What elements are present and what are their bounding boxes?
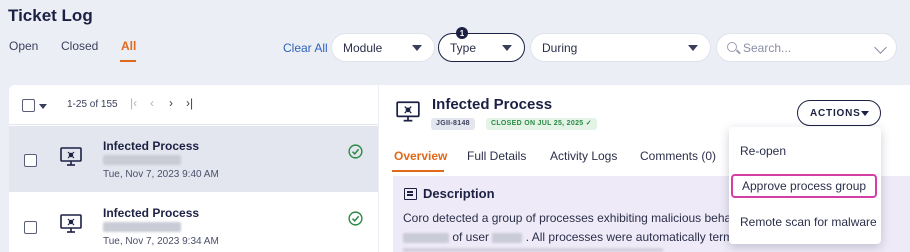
search-input[interactable]: Search...	[716, 33, 897, 62]
description-fragment: of user	[452, 230, 490, 244]
row-title: Infected Process	[103, 139, 200, 153]
last-page-icon[interactable]: ›|	[186, 96, 193, 110]
prev-page-icon[interactable]: ‹	[150, 96, 154, 110]
row-date: Tue, Nov 7, 2023 9:40 AM	[103, 169, 219, 180]
redacted-text	[492, 232, 523, 243]
table-row[interactable]: Infected Process Tue, Nov 7, 2023 9:34 A…	[9, 193, 378, 252]
active-tab-indicator	[392, 170, 444, 172]
description-fragment: . All processes were automatically term	[525, 230, 734, 244]
type-select-label: Type	[450, 40, 477, 55]
menu-item-reopen[interactable]: Re-open	[729, 144, 881, 158]
check-circle-icon	[348, 144, 363, 159]
row-date: Tue, Nov 7, 2023 9:34 AM	[103, 236, 219, 247]
during-select[interactable]: During	[530, 33, 711, 62]
module-select-label: Module	[343, 40, 383, 55]
redacted-text	[103, 155, 181, 165]
caret-down-icon	[861, 111, 869, 116]
caret-down-icon	[688, 45, 698, 51]
description-text-line2: of user . All processes were automatical…	[403, 230, 733, 244]
tab-overview[interactable]: Overview	[394, 149, 447, 163]
redacted-text	[403, 232, 449, 243]
ticket-title: Infected Process	[432, 96, 553, 113]
caret-down-icon	[502, 45, 512, 51]
actions-button[interactable]: ACTIONS	[797, 100, 881, 126]
redacted-text	[103, 222, 181, 232]
menu-item-approve-process-group[interactable]: Approve process group	[731, 174, 877, 198]
clear-all-link[interactable]: Clear All	[283, 41, 328, 55]
tab-activity-logs[interactable]: Activity Logs	[550, 149, 617, 163]
next-page-icon[interactable]: ›	[169, 96, 173, 110]
row-checkbox[interactable]	[24, 221, 37, 234]
tab-closed[interactable]: Closed	[61, 39, 98, 53]
tab-all[interactable]: All	[121, 39, 136, 53]
search-icon	[727, 42, 737, 52]
during-select-label: During	[542, 40, 578, 55]
chevron-down-icon[interactable]	[874, 41, 887, 54]
description-icon	[404, 188, 417, 200]
menu-item-remote-scan[interactable]: Remote scan for malware	[729, 215, 881, 229]
ticket-list-panel: 1-25 of 155 |‹ ‹ › ›| Infected Process T…	[9, 85, 378, 252]
infected-computer-icon	[60, 147, 82, 166]
status-badge: CLOSED ON JUL 25, 2025 ✓	[486, 118, 597, 130]
active-tab-indicator	[120, 60, 136, 62]
row-checkbox[interactable]	[24, 154, 37, 167]
list-toolbar: 1-25 of 155 |‹ ‹ › ›|	[9, 85, 378, 125]
select-all-checkbox[interactable]	[22, 99, 35, 112]
module-select[interactable]: Module	[331, 33, 435, 62]
description-title: Description	[423, 186, 495, 201]
tab-open[interactable]: Open	[9, 39, 38, 53]
row-title: Infected Process	[103, 206, 200, 220]
tab-full-details[interactable]: Full Details	[467, 149, 526, 163]
page-title: Ticket Log	[8, 6, 93, 25]
pagination-range: 1-25 of 155	[67, 99, 118, 110]
actions-button-label: ACTIONS	[810, 107, 861, 119]
infected-computer-icon	[396, 101, 420, 122]
first-page-icon[interactable]: |‹	[130, 96, 137, 110]
infected-computer-icon	[60, 214, 82, 233]
search-placeholder: Search...	[743, 40, 792, 55]
select-menu-caret-icon[interactable]	[39, 104, 47, 109]
description-text: Coro detected a group of processes exhib…	[403, 211, 751, 225]
redacted-text	[403, 248, 663, 252]
actions-menu: Re-open Approve process group Remote sca…	[729, 127, 881, 244]
check-circle-icon	[348, 211, 363, 226]
type-select[interactable]: Type	[438, 33, 525, 62]
type-filter-count-badge: 1	[456, 27, 468, 39]
table-row[interactable]: Infected Process Tue, Nov 7, 2023 9:40 A…	[9, 126, 378, 192]
ticket-id-badge: JGII-8148	[431, 118, 475, 130]
caret-down-icon	[412, 45, 422, 51]
tab-comments[interactable]: Comments (0)	[640, 149, 716, 163]
